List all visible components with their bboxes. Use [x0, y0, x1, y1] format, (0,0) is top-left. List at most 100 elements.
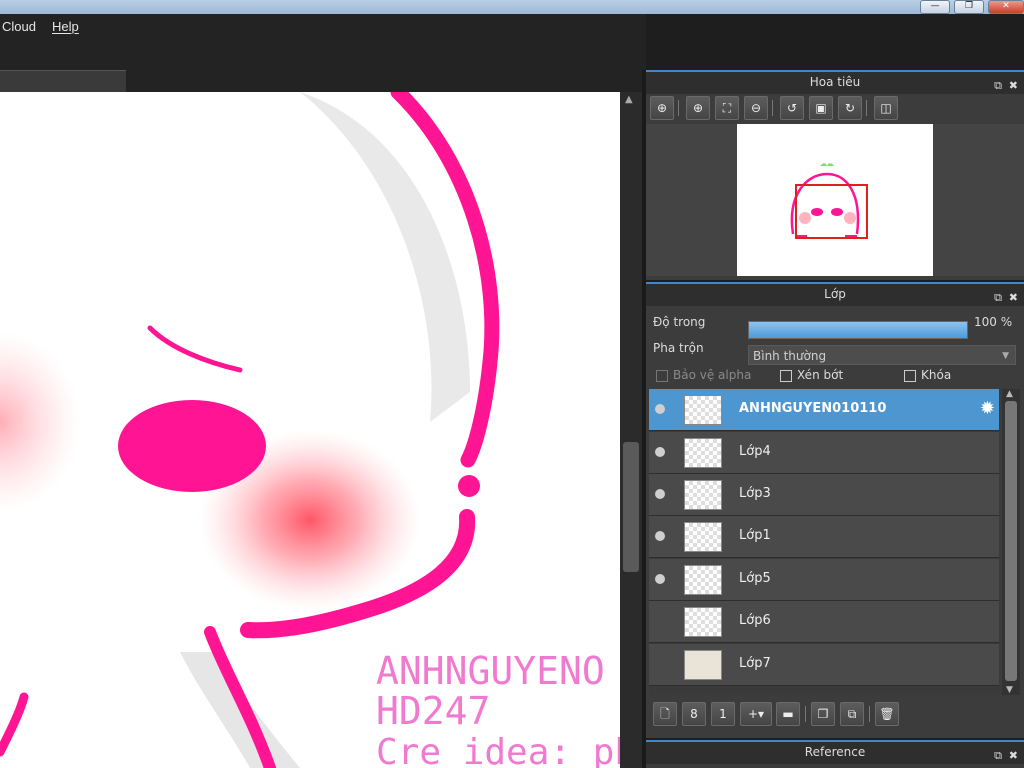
layer-row[interactable]: Lớp3	[649, 474, 999, 516]
zoom-in-2-icon[interactable]: ⊕	[686, 96, 710, 120]
canvas-scroll-thumb[interactable]	[623, 442, 639, 572]
layer-scrollbar[interactable]: ▲ ▼	[1002, 389, 1020, 695]
layer-name: Lớp1	[739, 528, 771, 543]
watermark-line-3: Cre idea: phuc	[376, 732, 620, 768]
drawing-canvas[interactable]: ANHNGUYENO HD247 Cre idea: phuc	[0, 92, 620, 768]
scroll-up-arrow-icon[interactable]: ▲	[1006, 389, 1013, 399]
new-8bit-layer-icon[interactable]: 8	[682, 702, 706, 726]
layer-row[interactable]: Lớp7	[649, 644, 999, 686]
reference-panel: Reference ⧉ ✖	[646, 740, 1024, 768]
float-panel-icon[interactable]: ⧉	[994, 745, 1002, 766]
close-panel-icon[interactable]: ✖	[1009, 287, 1018, 308]
document-tab[interactable]	[0, 70, 126, 92]
layer-row[interactable]: Lớp4	[649, 432, 999, 474]
navigator-panel: Hoa tiêu ⧉ ✖ ⊕ ⊕ ⛶ ⊖ ↺ ▣ ↻ ◫	[646, 70, 1024, 280]
protect-alpha-checkbox[interactable]	[656, 370, 668, 382]
blend-mode-select[interactable]: Bình thường ▼	[748, 345, 1016, 365]
gear-icon[interactable]: ✹	[980, 398, 995, 419]
close-panel-icon[interactable]: ✖	[1009, 75, 1018, 96]
rotate-right-icon[interactable]: ↻	[838, 96, 862, 120]
opacity-value: 100 %	[974, 315, 1013, 329]
menu-bar: Cloud Help	[0, 14, 646, 40]
layer-scroll-thumb[interactable]	[1005, 401, 1017, 681]
restore-button[interactable]: ❐	[954, 0, 984, 14]
navigator-toolbar: ⊕ ⊕ ⛶ ⊖ ↺ ▣ ↻ ◫	[646, 96, 1024, 122]
layer-thumbnail	[684, 565, 722, 595]
blend-mode-value: Bình thường	[753, 349, 827, 363]
minimize-button[interactable]: —	[920, 0, 950, 14]
clipping-label: Xén bớt	[797, 368, 844, 382]
watermark-line-1: ANHNGUYENO	[376, 649, 605, 693]
watermark-line-2: HD247	[376, 689, 490, 733]
layer-thumbnail	[684, 395, 722, 425]
flip-icon[interactable]: ◫	[874, 96, 898, 120]
layer-row[interactable]: Lớp5	[649, 559, 999, 601]
eye	[118, 400, 266, 492]
actual-size-icon[interactable]: ▣	[809, 96, 833, 120]
layers-title: Lớp	[824, 287, 846, 301]
delete-layer-icon[interactable]: 🗑	[875, 702, 899, 726]
opacity-label: Độ trong	[653, 315, 706, 329]
canvas-scrollbar[interactable]: ▲	[620, 92, 642, 768]
navigator-title: Hoa tiêu	[809, 75, 861, 89]
opacity-slider[interactable]	[748, 321, 968, 339]
reference-header: Reference ⧉ ✖	[646, 740, 1024, 764]
outline-dot	[458, 475, 480, 497]
layer-toolbar: 🗋 8 1 +▾ ▬ ❐ ⧉ 🗑	[646, 702, 1024, 732]
float-panel-icon[interactable]: ⧉	[994, 287, 1002, 308]
scroll-down-arrow-icon[interactable]: ▼	[1006, 685, 1013, 695]
layers-panel: Lớp ⧉ ✖ Độ trong 100 % Pha trộn Bình thư…	[646, 282, 1024, 738]
navigator-header: Hoa tiêu ⧉ ✖	[646, 70, 1024, 94]
scroll-up-arrow-icon[interactable]: ▲	[625, 94, 633, 105]
fit-icon[interactable]: ⛶	[715, 96, 739, 120]
visibility-dot-icon[interactable]	[655, 531, 665, 541]
zoom-in-icon[interactable]: ⊕	[650, 96, 674, 120]
new-layer-icon[interactable]: 🗋	[653, 702, 677, 726]
visibility-dot-icon[interactable]	[655, 404, 665, 414]
layer-thumbnail	[684, 522, 722, 552]
visibility-dot-icon[interactable]	[655, 489, 665, 499]
layer-row[interactable]: ANHNGUYEN010110 ✹	[649, 389, 999, 431]
lock-label: Khóa	[921, 368, 952, 382]
close-panel-icon[interactable]: ✖	[1009, 745, 1018, 766]
window-titlebar: — ❐ ✕	[0, 0, 1024, 14]
blend-label: Pha trộn	[653, 341, 704, 355]
clipping-checkbox[interactable]	[780, 370, 792, 382]
add-layer-menu-icon[interactable]: +▾	[740, 702, 772, 726]
reference-title: Reference	[804, 745, 866, 759]
menu-cloud[interactable]: Cloud	[2, 19, 36, 34]
folder-icon[interactable]: ▬	[776, 702, 800, 726]
eyebrow	[147, 325, 243, 373]
chevron-down-icon: ▼	[1002, 351, 1009, 361]
protect-alpha-label: Bảo vệ alpha	[673, 368, 752, 382]
layer-name: Lớp4	[739, 444, 771, 459]
left-outline	[0, 692, 29, 757]
layer-row[interactable]: Lớp6	[649, 601, 999, 643]
layer-list: ANHNGUYEN010110 ✹ Lớp4 Lớp3 Lớp1 Lớp5 Lớ…	[649, 389, 1000, 695]
navigator-thumbnail	[737, 124, 933, 276]
close-button[interactable]: ✕	[988, 0, 1024, 14]
layers-header: Lớp ⧉ ✖	[646, 282, 1024, 306]
layer-thumbnail	[684, 480, 722, 510]
merge-layer-icon[interactable]: ⧉	[840, 702, 864, 726]
navigator-preview[interactable]	[646, 124, 1024, 276]
layer-name: Lớp7	[739, 656, 771, 671]
layer-name: Lớp6	[739, 613, 771, 628]
rotate-left-icon[interactable]: ↺	[780, 96, 804, 120]
layer-thumbnail	[684, 607, 722, 637]
visibility-dot-icon[interactable]	[655, 447, 665, 457]
menu-help[interactable]: Help	[52, 19, 79, 34]
zoom-out-icon[interactable]: ⊖	[744, 96, 768, 120]
float-panel-icon[interactable]: ⧉	[994, 75, 1002, 96]
layer-name: Lớp5	[739, 571, 771, 586]
left-blush	[0, 332, 80, 512]
duplicate-layer-icon[interactable]: ❐	[811, 702, 835, 726]
layer-thumbnail	[684, 438, 722, 468]
canvas-artwork: ANHNGUYENO HD247 Cre idea: phuc	[0, 92, 620, 768]
layer-row[interactable]: Lớp1	[649, 516, 999, 558]
layer-name: ANHNGUYEN010110	[739, 401, 887, 416]
visibility-dot-icon[interactable]	[655, 574, 665, 584]
new-1bit-layer-icon[interactable]: 1	[711, 702, 735, 726]
layer-thumbnail	[684, 650, 722, 680]
lock-checkbox[interactable]	[904, 370, 916, 382]
